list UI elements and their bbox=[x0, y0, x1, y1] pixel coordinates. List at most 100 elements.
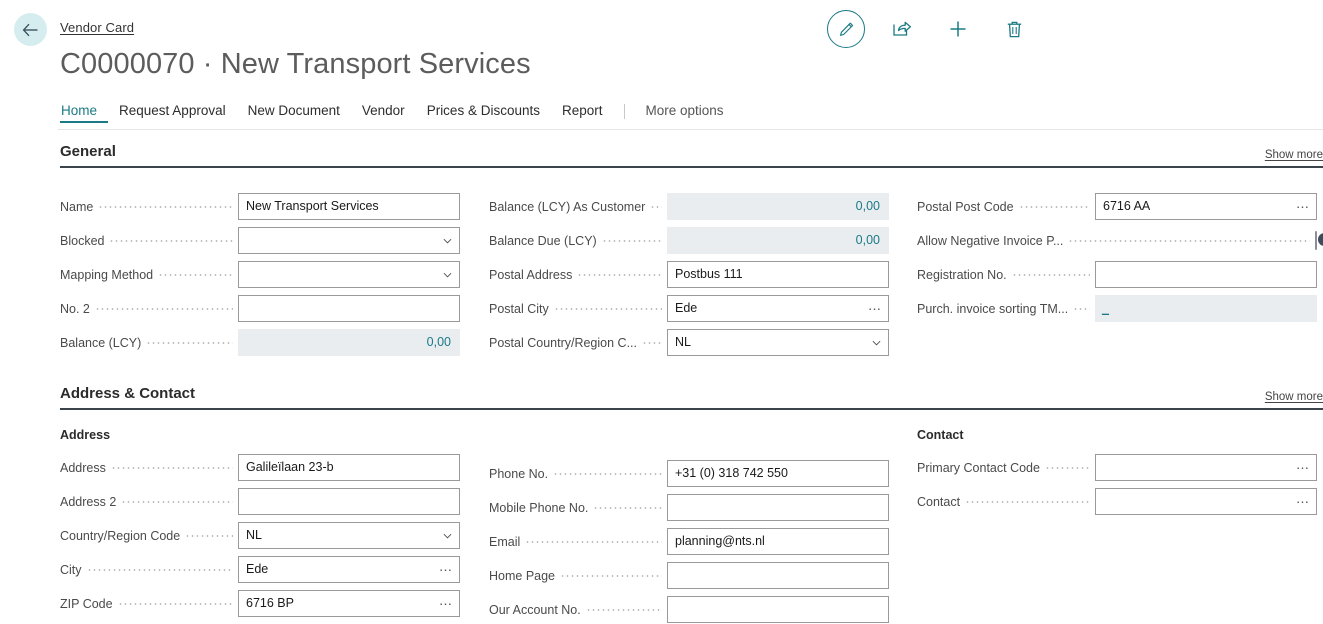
field-blocked-control bbox=[238, 227, 460, 255]
field-email-label: Email bbox=[489, 534, 521, 549]
postal-post-code-input[interactable]: 6716 AA ⋯ bbox=[1095, 193, 1317, 221]
address-contact-fields: Address Address Galileïlaan 23-b Address… bbox=[0, 428, 1323, 624]
field-zip-code-label: ZIP Code bbox=[60, 596, 113, 611]
field-postal-country-region-code-label: Postal Country/Region C... bbox=[489, 335, 637, 350]
breadcrumb[interactable]: Vendor Card bbox=[60, 20, 134, 35]
field-contact-control: ⋯ bbox=[1095, 488, 1317, 516]
zip-code-input-value: 6716 BP bbox=[246, 596, 294, 611]
address-input[interactable]: Galileïlaan 23-b bbox=[238, 454, 460, 482]
lookup-ellipsis-icon[interactable]: ⋯ bbox=[868, 302, 882, 315]
field-postal-country-region-code-control: NL bbox=[667, 329, 889, 357]
field-email: Email planning@nts.nl bbox=[489, 525, 889, 559]
field-address-control: Galileïlaan 23-b bbox=[238, 454, 460, 482]
name-input[interactable]: New Transport Services bbox=[238, 193, 460, 221]
no-2-input[interactable] bbox=[238, 295, 460, 323]
lookup-ellipsis-icon[interactable]: ⋯ bbox=[1296, 495, 1310, 508]
tab-request-approval[interactable]: Request Approval bbox=[108, 103, 237, 123]
leader-dots bbox=[553, 302, 662, 315]
postal-country-region-code-select[interactable]: NL bbox=[667, 329, 889, 357]
field-balance-lcy-label: Balance (LCY) bbox=[60, 335, 142, 350]
allow-negative-invoice-toggle[interactable] bbox=[1315, 230, 1323, 250]
address-contact-show-more-link[interactable]: Show more bbox=[1265, 391, 1323, 403]
tab-prices-discounts[interactable]: Prices & Discounts bbox=[416, 103, 551, 123]
city-input-value: Ede bbox=[246, 562, 269, 577]
field-city: City Ede ⋯ bbox=[60, 553, 460, 587]
page-title: C0000070 · New Transport Services bbox=[60, 48, 531, 80]
leader-dots bbox=[1068, 234, 1310, 247]
balance-lcy-value-field[interactable]: 0,00 bbox=[238, 329, 460, 357]
leader-dots bbox=[525, 535, 662, 548]
primary-contact-code-input[interactable]: ⋯ bbox=[1095, 454, 1317, 482]
chevron-down-icon bbox=[443, 272, 452, 278]
lookup-ellipsis-icon[interactable]: ⋯ bbox=[1296, 461, 1310, 474]
registration-no-input[interactable] bbox=[1095, 261, 1317, 289]
address-column: Address Address Galileïlaan 23-b Address… bbox=[60, 428, 460, 621]
postal-address-input[interactable]: Postbus 111 bbox=[667, 261, 889, 289]
contact-input[interactable]: ⋯ bbox=[1095, 488, 1317, 516]
postal-country-region-code-value: NL bbox=[675, 335, 691, 350]
city-input[interactable]: Ede ⋯ bbox=[238, 556, 460, 584]
leader-dots bbox=[1018, 200, 1090, 213]
contact-column: Contact Primary Contact Code ⋯ Contact ⋯ bbox=[917, 428, 1317, 519]
field-city-control: Ede ⋯ bbox=[238, 556, 460, 584]
field-mobile-phone-no: Mobile Phone No. bbox=[489, 491, 889, 525]
share-button[interactable] bbox=[874, 10, 930, 48]
field-home-page-label: Home Page bbox=[489, 568, 556, 583]
field-mapping-method-label: Mapping Method bbox=[60, 267, 154, 282]
field-registration-no-control bbox=[1095, 261, 1317, 289]
general-section: General Show more Name New Transport Ser… bbox=[0, 143, 1323, 370]
address-contact-section-header: Address & Contact Show more bbox=[60, 385, 1323, 410]
email-input[interactable]: planning@nts.nl bbox=[667, 528, 889, 556]
delete-button[interactable] bbox=[986, 10, 1042, 48]
lookup-ellipsis-icon[interactable]: ⋯ bbox=[1296, 200, 1310, 213]
edit-button[interactable] bbox=[818, 10, 874, 48]
leader-dots bbox=[110, 461, 233, 474]
home-page-input[interactable] bbox=[667, 562, 889, 590]
field-country-region-code-control: NL bbox=[238, 522, 460, 550]
back-button[interactable] bbox=[14, 13, 47, 46]
postal-city-input[interactable]: Ede ⋯ bbox=[667, 295, 889, 323]
new-button[interactable] bbox=[930, 10, 986, 48]
lookup-ellipsis-icon[interactable]: ⋯ bbox=[439, 597, 453, 610]
address-2-input[interactable] bbox=[238, 488, 460, 516]
field-balance-lcy-control: 0,00 bbox=[238, 329, 460, 357]
phone-no-input-value: +31 (0) 318 742 550 bbox=[675, 466, 788, 481]
address-input-value: Galileïlaan 23-b bbox=[246, 460, 334, 475]
field-our-account-no-control bbox=[667, 596, 889, 624]
mobile-phone-no-input[interactable] bbox=[667, 494, 889, 522]
field-postal-address: Postal Address Postbus 111 bbox=[489, 258, 889, 292]
country-region-code-select[interactable]: NL bbox=[238, 522, 460, 550]
field-postal-city-label: Postal City bbox=[489, 301, 549, 316]
phone-no-input[interactable]: +31 (0) 318 742 550 bbox=[667, 460, 889, 488]
mapping-method-select[interactable] bbox=[238, 261, 460, 289]
lookup-ellipsis-icon[interactable]: ⋯ bbox=[439, 563, 453, 576]
field-mapping-method: Mapping Method bbox=[60, 258, 460, 292]
tab-report[interactable]: Report bbox=[551, 103, 614, 123]
zip-code-input[interactable]: 6716 BP ⋯ bbox=[238, 590, 460, 618]
tab-new-document[interactable]: New Document bbox=[237, 103, 351, 123]
leader-dots bbox=[185, 529, 233, 542]
blocked-select[interactable] bbox=[238, 227, 460, 255]
tab-vendor[interactable]: Vendor bbox=[351, 103, 416, 123]
tab-divider bbox=[623, 104, 625, 119]
field-address-label: Address bbox=[60, 460, 106, 475]
field-purch-invoice-sorting: Purch. invoice sorting TM... _ bbox=[917, 292, 1317, 326]
balance-lcy-as-customer-value-field[interactable]: 0,00 bbox=[667, 193, 889, 221]
field-phone-no: Phone No. +31 (0) 318 742 550 bbox=[489, 457, 889, 491]
general-column-3: Postal Post Code 6716 AA ⋯ Allow Negativ… bbox=[917, 190, 1323, 326]
tab-bar-rule bbox=[58, 129, 1323, 130]
more-options-button[interactable]: More options bbox=[635, 103, 735, 123]
field-home-page-control bbox=[667, 562, 889, 590]
leader-dots bbox=[158, 268, 233, 281]
tab-home[interactable]: Home bbox=[60, 103, 109, 123]
field-primary-contact-code-control: ⋯ bbox=[1095, 454, 1317, 482]
purch-invoice-sorting-value-field[interactable]: _ bbox=[1095, 295, 1317, 323]
general-show-more-link[interactable]: Show more bbox=[1265, 149, 1323, 161]
trash-icon bbox=[1007, 21, 1021, 37]
contact-subheading: Contact bbox=[917, 427, 964, 442]
field-email-control: planning@nts.nl bbox=[667, 528, 889, 556]
field-postal-address-control: Postbus 111 bbox=[667, 261, 889, 289]
our-account-no-input[interactable] bbox=[667, 596, 889, 624]
balance-due-lcy-value-field[interactable]: 0,00 bbox=[667, 227, 889, 255]
leader-dots bbox=[117, 597, 233, 610]
